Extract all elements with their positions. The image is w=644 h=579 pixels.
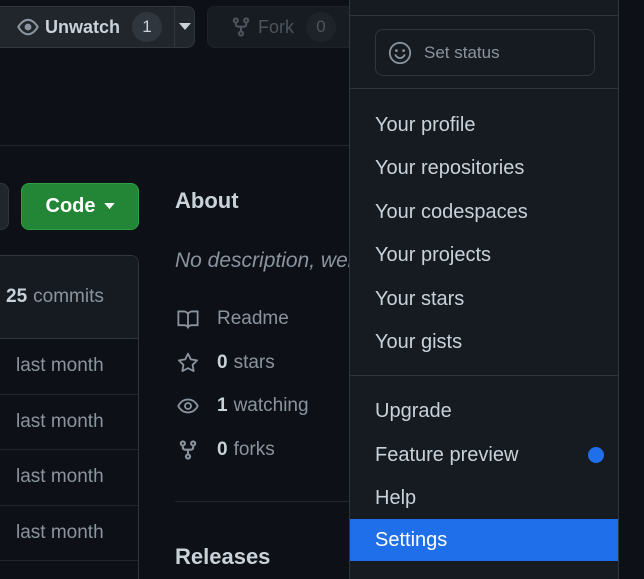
menu-item-label: Your codespaces [375,200,528,223]
repo-forked-icon [230,16,252,38]
commit-count: 25 [6,286,28,307]
unwatch-button-group: Unwatch 1 [0,6,195,48]
forks-link[interactable]: 0 forks [175,439,275,461]
caret-down-icon [103,203,115,210]
go-to-file-button[interactable] [0,183,9,230]
watching-count: 1 [217,395,228,416]
commits-label: commits [33,286,104,307]
watch-counter: 1 [132,12,163,42]
code-button-label: Code [45,195,96,217]
menu-item-label: Your profile [375,113,476,136]
stars-label: stars [233,352,275,373]
menu-item-label: Your stars [375,287,465,310]
set-status-button[interactable]: Set status [375,29,595,76]
fork-button[interactable]: Fork 0 [207,6,367,48]
file-row[interactable]: last month [0,339,138,395]
readme-link[interactable]: Readme [175,308,289,330]
file-list: 25 commits last month last month last mo… [0,255,139,579]
commit-age: last month [16,355,104,377]
menu-item-your-gists[interactable]: Your gists [350,321,618,363]
menu-item-feature-preview[interactable]: Feature preview [350,434,618,476]
header-divider [0,145,350,146]
menu-item-label: Help [375,486,417,509]
releases-heading[interactable]: Releases [175,544,270,570]
commit-age: last month [16,410,104,432]
menu-item-upgrade[interactable]: Upgrade [350,390,618,432]
menu-item-label: Feature preview [375,443,519,466]
stars-link[interactable]: 0 stars [175,352,275,374]
menu-item-label: Settings [375,528,448,551]
menu-item-help[interactable]: Help [350,477,618,519]
unwatch-label: Unwatch [45,16,121,37]
smiley-icon [388,41,412,65]
forks-label: forks [233,439,275,460]
menu-item-settings[interactable]: Settings [350,519,618,561]
fork-label: Fork [258,16,294,37]
user-dropdown-menu: Set status Your profile Your repositorie… [349,0,619,579]
readme-label: Readme [217,308,289,329]
menu-item-your-projects[interactable]: Your projects [350,234,618,276]
feature-preview-indicator [588,447,604,463]
stars-count: 0 [217,352,228,373]
menu-item-label: Your gists [375,330,463,353]
menu-item-label: Your projects [375,243,491,266]
watching-label: watching [233,395,309,416]
menu-divider [350,15,618,16]
file-row[interactable]: last month [0,450,138,506]
menu-divider [350,88,618,89]
unwatch-button[interactable]: Unwatch 1 [0,7,174,47]
book-icon [175,308,201,330]
unwatch-dropdown-button[interactable] [174,7,194,47]
eye-icon [175,395,201,417]
set-status-label: Set status [424,42,500,62]
caret-down-icon [178,23,191,31]
forks-count: 0 [217,439,228,460]
file-row[interactable]: last month [0,395,138,450]
file-row[interactable]: last month [0,506,138,561]
menu-item-label: Upgrade [375,399,452,422]
commits-link[interactable]: 25 commits [0,256,138,339]
menu-divider [350,375,618,376]
fork-counter: 0 [306,12,336,42]
star-icon [175,352,201,374]
about-description: No description, website, or topics provi… [175,249,350,272]
commit-age: last month [16,521,104,543]
menu-item-your-stars[interactable]: Your stars [350,278,618,320]
watchers-link[interactable]: 1 watching [175,395,309,417]
code-button[interactable]: Code [21,183,139,230]
menu-item-your-codespaces[interactable]: Your codespaces [350,191,618,233]
about-divider [175,501,350,502]
menu-item-your-repositories[interactable]: Your repositories [350,147,618,189]
about-heading: About [175,188,239,213]
fork-button-main: Fork 0 [208,7,336,47]
repo-forked-icon [175,439,201,461]
menu-item-your-profile[interactable]: Your profile [350,104,618,146]
commit-age: last month [16,466,104,488]
eye-icon [17,16,39,38]
menu-item-label: Your repositories [375,156,525,179]
